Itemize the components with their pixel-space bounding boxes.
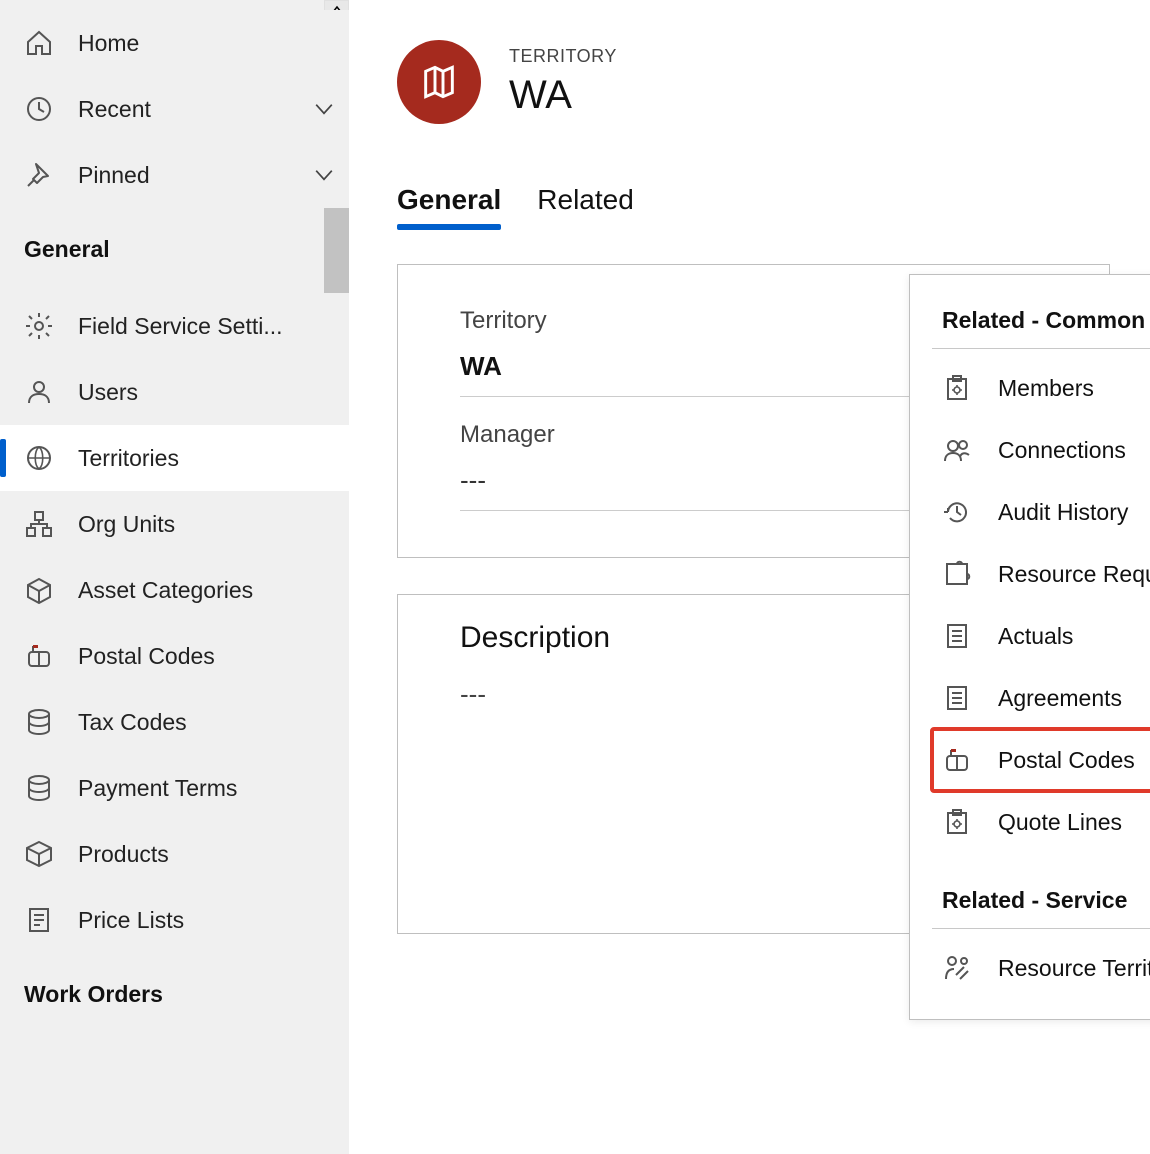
sidebar-item-price-lists[interactable]: Price Lists bbox=[0, 887, 349, 953]
sidebar-item-label: Territories bbox=[78, 445, 349, 472]
stack-icon bbox=[24, 707, 54, 737]
sidebar-item-products[interactable]: Products bbox=[0, 821, 349, 887]
nav-general-group: Field Service Setti... Users Territories Or… bbox=[0, 283, 349, 953]
related-item-postal-codes[interactable]: Postal Codes bbox=[932, 729, 1150, 791]
sidebar-item-postal-codes[interactable]: Postal Codes bbox=[0, 623, 349, 689]
related-item-label: Connections bbox=[998, 437, 1126, 464]
doc-lines-icon bbox=[942, 621, 972, 651]
sidebar-item-label: Products bbox=[78, 841, 349, 868]
sidebar-item-tax-codes[interactable]: Tax Codes bbox=[0, 689, 349, 755]
nav-top-group: Home Recent Pinned bbox=[0, 0, 349, 208]
sidebar-item-label: Field Service Setti... bbox=[78, 313, 349, 340]
related-item-resource-territories[interactable]: Resource Territories bbox=[932, 937, 1150, 999]
sidebar-item-payment-terms[interactable]: Payment Terms bbox=[0, 755, 349, 821]
clock-icon bbox=[24, 94, 54, 124]
pin-icon bbox=[24, 160, 54, 190]
stack-icon bbox=[24, 773, 54, 803]
sidebar-item-label: Users bbox=[78, 379, 349, 406]
tab-general[interactable]: General bbox=[397, 184, 501, 228]
chevron-down-icon bbox=[299, 162, 349, 188]
section-title-general: General bbox=[0, 208, 349, 283]
related-item-label: Postal Codes bbox=[998, 747, 1135, 774]
sidebar-item-org-units[interactable]: Org Units bbox=[0, 491, 349, 557]
related-item-quote-lines[interactable]: Quote Lines bbox=[932, 791, 1150, 853]
org-icon bbox=[24, 509, 54, 539]
related-item-connections[interactable]: Connections bbox=[932, 419, 1150, 481]
clipboard-gear-icon bbox=[942, 373, 972, 403]
related-item-actuals[interactable]: Actuals bbox=[932, 605, 1150, 667]
sidebar-item-label: Payment Terms bbox=[78, 775, 349, 802]
related-heading-service: Related - Service bbox=[932, 883, 1150, 929]
related-item-label: Actuals bbox=[998, 623, 1073, 650]
puzzle-icon bbox=[942, 559, 972, 589]
sidebar-item-label: Asset Categories bbox=[78, 577, 349, 604]
gear-icon bbox=[24, 311, 54, 341]
section-title-workorders: Work Orders bbox=[0, 953, 349, 1028]
sidebar-item-label: Price Lists bbox=[78, 907, 349, 934]
sidebar-item-field-service-setti[interactable]: Field Service Setti... bbox=[0, 293, 349, 359]
main-content: TERRITORY WA General Related Territory W… bbox=[349, 0, 1150, 1154]
tab-bar: General Related bbox=[397, 184, 1110, 228]
related-item-agreements[interactable]: Agreements bbox=[932, 667, 1150, 729]
sidebar-item-label: Postal Codes bbox=[78, 643, 349, 670]
related-menu: Related - Common Members Connections Audit… bbox=[909, 274, 1150, 1020]
cube-icon bbox=[24, 839, 54, 869]
chevron-down-icon bbox=[299, 96, 349, 122]
sidebar-item-label: Org Units bbox=[78, 511, 349, 538]
related-item-members[interactable]: Members bbox=[932, 357, 1150, 419]
sidebar-item-users[interactable]: Users bbox=[0, 359, 349, 425]
sidebar-item-pinned[interactable]: Pinned bbox=[0, 142, 349, 208]
sidebar-item-territories[interactable]: Territories bbox=[0, 425, 349, 491]
related-item-label: Agreements bbox=[998, 685, 1122, 712]
sidebar-item-home[interactable]: Home bbox=[0, 10, 349, 76]
related-item-resource-requirements[interactable]: Resource Requirements bbox=[932, 543, 1150, 605]
sidebar-item-label: Pinned bbox=[78, 162, 299, 189]
sidebar-item-asset-categories[interactable]: Asset Categories bbox=[0, 557, 349, 623]
related-item-label: Resource Requirements bbox=[998, 561, 1150, 588]
mailbox-icon bbox=[942, 745, 972, 775]
doc-lines-icon bbox=[942, 683, 972, 713]
sidebar-item-label: Recent bbox=[78, 96, 299, 123]
related-item-audit-history[interactable]: Audit History bbox=[932, 481, 1150, 543]
sidebar-item-label: Tax Codes bbox=[78, 709, 349, 736]
entity-type-label: TERRITORY bbox=[509, 46, 617, 67]
mailbox-icon bbox=[24, 641, 54, 671]
home-icon bbox=[24, 28, 54, 58]
territory-icon bbox=[397, 40, 481, 124]
box-open-icon bbox=[24, 575, 54, 605]
related-item-label: Audit History bbox=[998, 499, 1128, 526]
sidebar: Home Recent Pinned General Field Service S… bbox=[0, 0, 349, 1154]
related-heading-common: Related - Common bbox=[932, 303, 1150, 349]
person-icon bbox=[24, 377, 54, 407]
related-item-label: Resource Territories bbox=[998, 955, 1150, 982]
people-icon bbox=[942, 435, 972, 465]
clipboard-gear-icon bbox=[942, 807, 972, 837]
sidebar-item-label: Home bbox=[78, 30, 349, 57]
history-icon bbox=[942, 497, 972, 527]
globe-icon bbox=[24, 443, 54, 473]
tab-related[interactable]: Related bbox=[537, 184, 634, 228]
people-run-icon bbox=[942, 953, 972, 983]
sidebar-item-recent[interactable]: Recent bbox=[0, 76, 349, 142]
related-item-label: Members bbox=[998, 375, 1094, 402]
entity-name: WA bbox=[509, 73, 617, 118]
related-item-label: Quote Lines bbox=[998, 809, 1122, 836]
record-header: TERRITORY WA bbox=[397, 40, 1110, 124]
doc-icon bbox=[24, 905, 54, 935]
